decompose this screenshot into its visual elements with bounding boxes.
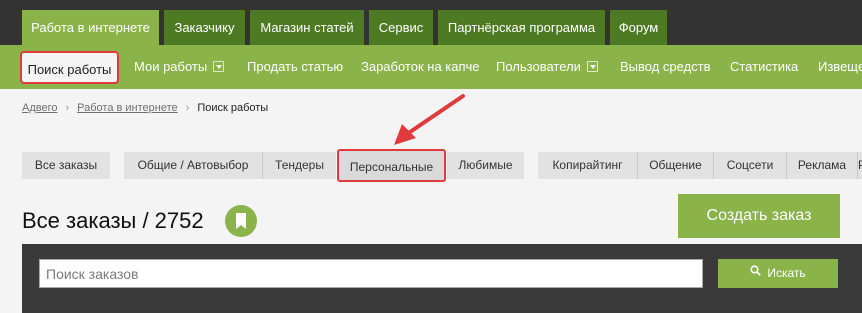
subnav-item-notifications[interactable]: Извещен (818, 45, 862, 89)
breadcrumb-separator: › (185, 102, 190, 114)
search-icon (750, 258, 762, 287)
search-button-label: Искать (767, 266, 806, 280)
breadcrumb-link-advego[interactable]: Адвего (22, 102, 57, 114)
filter-communication[interactable]: Общение (638, 152, 713, 179)
filter-social-networks[interactable]: Соцсети (714, 152, 786, 179)
subnav-item-job-search[interactable]: Поиск работы (20, 51, 119, 84)
top-navigation-bar: Работа в интернете Заказчику Магазин ста… (0, 0, 862, 45)
subnav-item-sell-article[interactable]: Продать статью (247, 45, 343, 89)
top-tab-customer[interactable]: Заказчику (164, 10, 245, 45)
breadcrumb-current: Поиск работы (197, 102, 269, 114)
top-tab-partner-program[interactable]: Партнёрская программа (438, 10, 605, 45)
top-tab-work-online[interactable]: Работа в интернете (22, 10, 159, 45)
breadcrumb-separator: › (65, 102, 70, 114)
filter-copywriting[interactable]: Копирайтинг (538, 152, 637, 179)
subnav-item-label: Мои работы (134, 59, 208, 74)
chevron-down-icon[interactable] (213, 61, 225, 72)
chevron-down-icon[interactable] (586, 61, 598, 72)
search-button[interactable]: Искать (718, 259, 838, 288)
subnav-item-withdrawal[interactable]: Вывод средств (620, 45, 711, 89)
filter-favorites[interactable]: Любимые (447, 152, 524, 179)
search-input[interactable] (39, 259, 703, 288)
filter-tenders[interactable]: Тендеры (263, 152, 336, 179)
breadcrumb: Адвего › Работа в интернете › Поиск работы (22, 100, 268, 116)
page-title: Все заказы / 2752 (22, 208, 204, 233)
filter-all-orders[interactable]: Все заказы (22, 152, 110, 179)
filter-advertising[interactable]: Реклама (787, 152, 857, 179)
subnav-item-captcha-earnings[interactable]: Заработок на капче (361, 45, 480, 89)
top-tab-service[interactable]: Сервис (369, 10, 433, 45)
subnav-item-my-works[interactable]: Мои работы (134, 45, 225, 89)
top-tab-forum[interactable]: Форум (610, 10, 667, 45)
breadcrumb-link-work-online[interactable]: Работа в интернете (77, 102, 177, 114)
sub-navigation-bar: Поиск работы Мои работы Продать статью З… (0, 45, 862, 89)
subnav-item-users[interactable]: Пользователи (496, 45, 598, 89)
filter-personal[interactable]: Персональные (337, 149, 446, 182)
top-tab-article-shop[interactable]: Магазин статей (250, 10, 364, 45)
filter-more[interactable]: Ре (858, 152, 862, 179)
filter-general-autoselect[interactable]: Общие / Автовыбор (124, 152, 262, 179)
bookmark-icon[interactable] (225, 205, 257, 237)
subnav-item-label: Пользователи (496, 59, 581, 74)
create-order-button[interactable]: Создать заказ (678, 194, 840, 238)
subnav-item-statistics[interactable]: Статистика (730, 45, 798, 89)
